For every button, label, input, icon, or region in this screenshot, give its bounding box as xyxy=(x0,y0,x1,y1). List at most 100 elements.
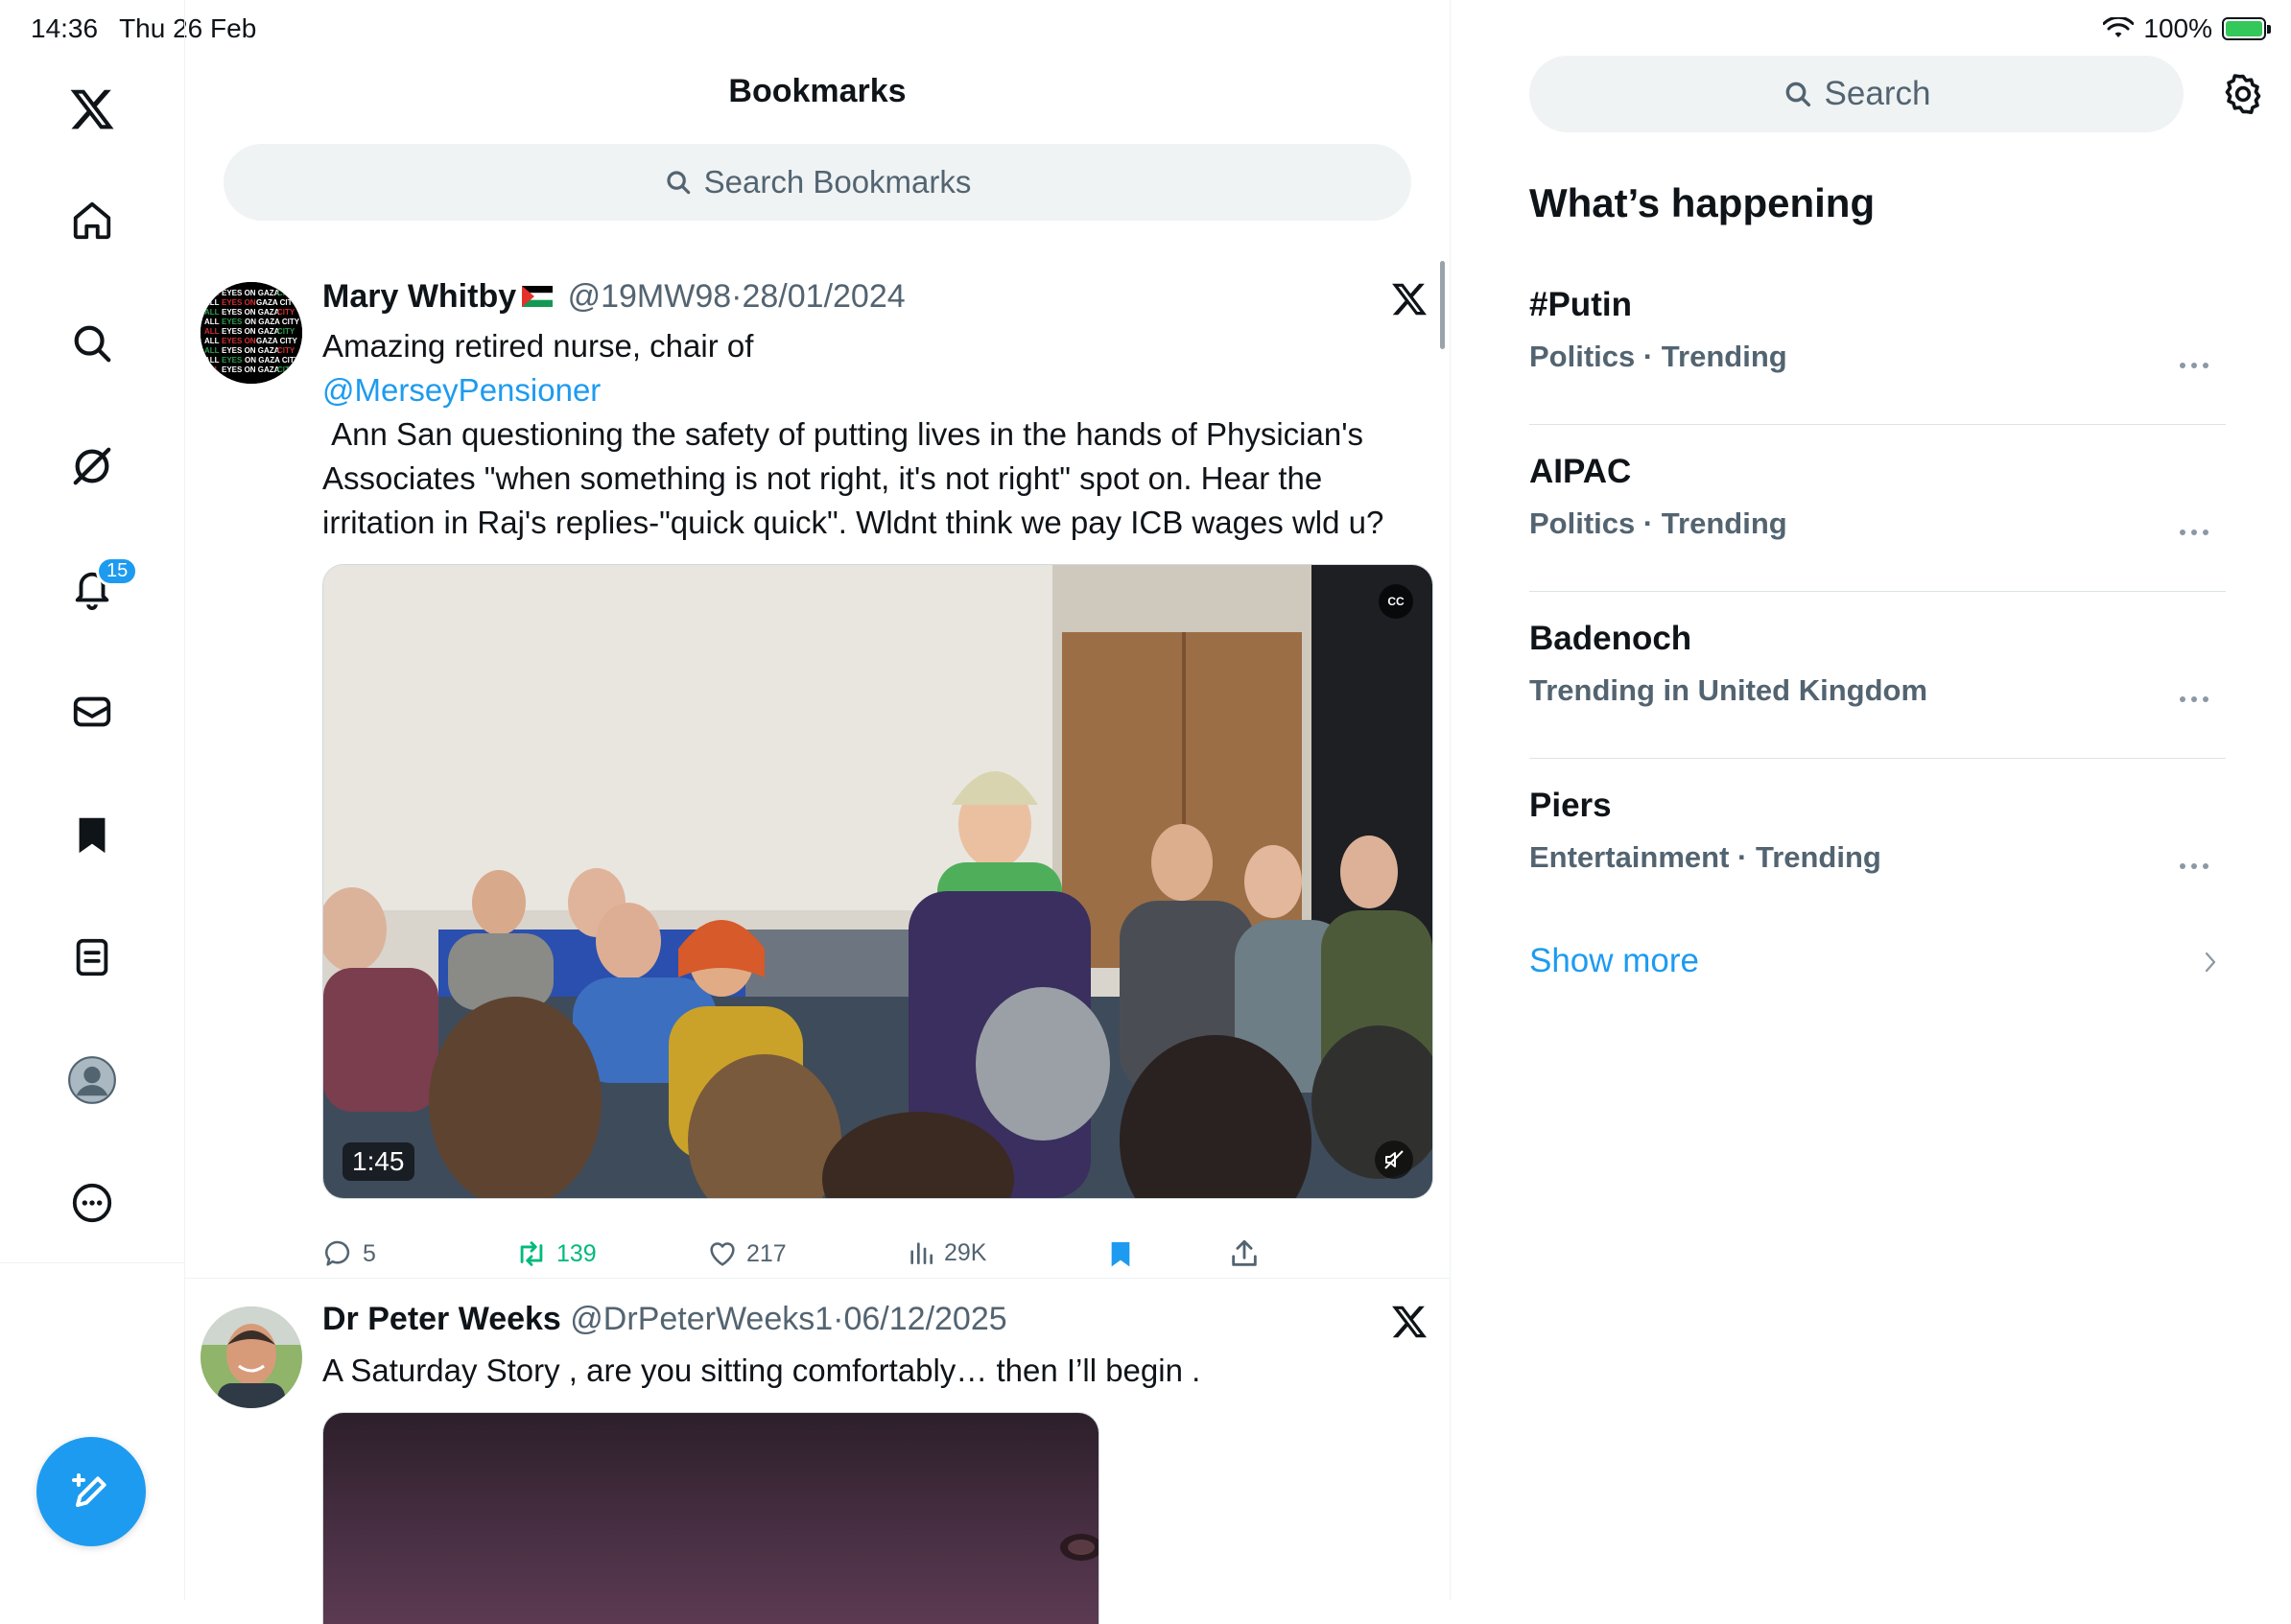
captions-icon[interactable]: CC xyxy=(1379,584,1413,619)
mail-icon[interactable] xyxy=(63,683,121,741)
search-icon xyxy=(1785,82,1810,107)
tweet-header: Dr Peter Weeks @DrPeterWeeks1·06/12/2025 xyxy=(322,1301,1007,1338)
video-frame xyxy=(1060,1534,1098,1561)
share-button[interactable] xyxy=(1228,1237,1261,1270)
views-icon xyxy=(910,1242,933,1264)
profile-icon[interactable] xyxy=(63,1051,121,1109)
trend-context: Politics · Trending xyxy=(1529,506,1787,540)
more-icon[interactable] xyxy=(63,1174,121,1232)
chevron-right-icon[interactable] xyxy=(2201,950,2220,975)
x-logo[interactable] xyxy=(63,81,121,138)
mute-icon[interactable] xyxy=(1375,1141,1413,1179)
reply-count: 5 xyxy=(363,1239,376,1267)
svg-text:EYES ON: EYES ON xyxy=(222,337,256,345)
page-title: Bookmarks xyxy=(728,73,907,109)
author-name[interactable]: Mary Whitby xyxy=(322,278,516,315)
author-name[interactable]: Dr Peter Weeks xyxy=(322,1301,561,1337)
trend-topic: AIPAC xyxy=(1529,453,1632,490)
avatar[interactable]: ALL EYES ON GAZA CITY ALL EYES ON GAZA CITY … xyxy=(201,282,302,384)
bookmark-icon[interactable] xyxy=(63,806,121,863)
compose-icon xyxy=(72,1473,106,1507)
bookmark-button[interactable] xyxy=(1105,1237,1136,1270)
svg-text:CITY: CITY xyxy=(277,346,295,355)
svg-text:CITY: CITY xyxy=(277,365,295,374)
trend-item[interactable]: AIPAC Politics · Trending xyxy=(1529,424,2226,592)
search-icon[interactable] xyxy=(63,315,121,372)
retweet-button[interactable]: 139 xyxy=(514,1237,597,1270)
trend-context: Politics · Trending xyxy=(1529,340,1787,373)
like-button[interactable]: 217 xyxy=(706,1237,787,1270)
tweet[interactable]: Dr Peter Weeks @DrPeterWeeks1·06/12/2025… xyxy=(185,1280,1450,1624)
tweet-actions: 5 139 217 29K xyxy=(322,1237,1426,1276)
grok-icon[interactable] xyxy=(63,437,121,495)
svg-text:CITY: CITY xyxy=(277,308,295,317)
tweet-date[interactable]: 28/01/2024 xyxy=(742,278,905,315)
trend-item[interactable]: Piers Entertainment · Trending xyxy=(1529,758,2226,925)
tweet-text-rest: Ann San questioning the safety of puttin… xyxy=(322,416,1384,540)
tweet-text: Amazing retired nurse, chair of @MerseyP… xyxy=(322,324,1426,545)
svg-text:ALL: ALL xyxy=(204,337,220,345)
right-sidebar: Search What’s happening #Putin Politics … xyxy=(1451,0,2291,1600)
trend-context: Trending in United Kingdom xyxy=(1529,673,1928,707)
reply-button[interactable]: 5 xyxy=(322,1237,376,1270)
more-options-icon[interactable] xyxy=(2178,361,2210,370)
meta-separator: · xyxy=(833,1301,844,1337)
svg-text:ALL: ALL xyxy=(204,356,220,365)
bookmark-filled-icon xyxy=(1111,1242,1130,1267)
tweet-text-line: Amazing retired nurse, chair of xyxy=(322,328,754,364)
remove-bookmark-icon[interactable] xyxy=(1390,280,1429,318)
lists-icon[interactable] xyxy=(63,929,121,986)
views-button[interactable]: 29K xyxy=(906,1237,986,1268)
svg-text:GAZA CITY: GAZA CITY xyxy=(256,298,297,307)
tweet-text: A Saturday Story , are you sitting comfo… xyxy=(322,1353,1201,1388)
home-icon[interactable] xyxy=(63,192,121,249)
svg-text:EYES: EYES xyxy=(222,318,243,326)
trend-item[interactable]: Badenoch Trending in United Kingdom xyxy=(1529,591,2226,759)
svg-text:EYES ON GAZA: EYES ON GAZA xyxy=(222,365,280,374)
mention-link[interactable]: @MerseyPensioner xyxy=(322,368,1426,412)
avatar[interactable] xyxy=(201,1306,302,1408)
trend-context: Entertainment · Trending xyxy=(1529,840,1881,874)
video-frame xyxy=(323,565,1432,1198)
left-navigation: 15 xyxy=(0,0,185,1600)
search-input[interactable]: Search xyxy=(1529,56,2184,132)
trend-item[interactable]: #Putin Politics · Trending xyxy=(1529,257,2226,425)
notification-badge: 15 xyxy=(96,556,139,586)
show-more-link[interactable]: Show more xyxy=(1529,942,1699,980)
remove-bookmark-icon[interactable] xyxy=(1390,1303,1429,1341)
retweet-icon xyxy=(520,1241,543,1266)
more-options-icon[interactable] xyxy=(2178,694,2210,704)
svg-text:EYES ON GAZA: EYES ON GAZA xyxy=(222,308,280,317)
tweet[interactable]: ALL EYES ON GAZA CITY ALL EYES ON GAZA CITY … xyxy=(185,259,1450,1279)
svg-text:ALL: ALL xyxy=(204,365,220,374)
svg-text:ALL: ALL xyxy=(204,308,220,317)
author-handle[interactable]: @DrPeterWeeks1 xyxy=(570,1301,833,1337)
more-options-icon[interactable] xyxy=(2178,528,2210,537)
svg-text:ON GAZA CITY: ON GAZA CITY xyxy=(245,356,300,365)
heart-icon xyxy=(710,1242,735,1266)
tweet-video[interactable]: 1:45 CC xyxy=(322,564,1433,1199)
svg-text:ALL: ALL xyxy=(204,289,220,297)
search-bookmarks-input[interactable]: Search Bookmarks xyxy=(224,144,1411,221)
compose-button[interactable] xyxy=(36,1437,146,1546)
palestine-flag-icon xyxy=(522,286,554,308)
author-handle[interactable]: @19MW98 xyxy=(568,278,732,315)
reply-icon xyxy=(324,1240,350,1266)
svg-text:ALL: ALL xyxy=(204,327,220,336)
search-bookmarks-placeholder: Search Bookmarks xyxy=(703,164,972,200)
main-column: Bookmarks Search Bookmarks ALL EYES ON GA… xyxy=(185,0,1451,1624)
share-icon xyxy=(1232,1239,1257,1266)
settings-gear-icon[interactable] xyxy=(2220,71,2266,117)
tweet-date[interactable]: 06/12/2025 xyxy=(843,1301,1006,1337)
svg-text:ALL: ALL xyxy=(204,298,220,307)
like-count: 217 xyxy=(746,1239,787,1267)
tweet-video[interactable] xyxy=(322,1412,1099,1624)
svg-text:EYES ON: EYES ON xyxy=(222,298,256,307)
more-options-icon[interactable] xyxy=(2178,861,2210,871)
meta-separator: · xyxy=(731,278,743,315)
nav-divider xyxy=(0,1262,184,1263)
svg-text:ON GAZA CITY: ON GAZA CITY xyxy=(245,318,300,326)
svg-text:EYES ON GAZA: EYES ON GAZA xyxy=(222,327,280,336)
svg-text:ALL: ALL xyxy=(204,346,220,355)
trend-topic: Piers xyxy=(1529,787,1612,824)
